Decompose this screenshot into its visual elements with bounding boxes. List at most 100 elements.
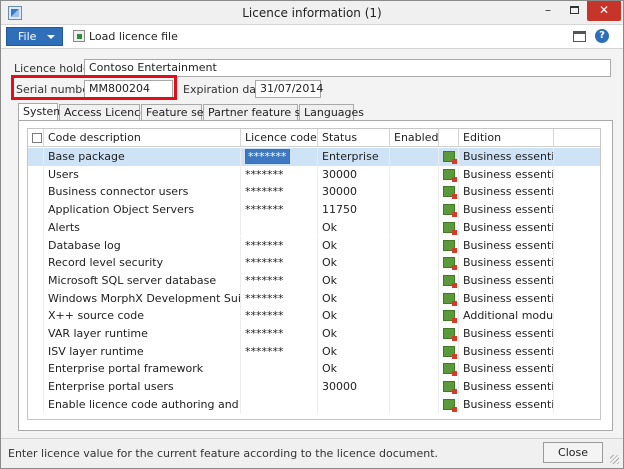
edit-licence-icon[interactable] bbox=[443, 151, 457, 164]
edit-licence-icon[interactable] bbox=[443, 274, 457, 288]
row-marker-cell[interactable] bbox=[28, 236, 44, 255]
licence-code-cell[interactable]: ******* bbox=[241, 342, 318, 361]
row-marker-cell[interactable] bbox=[28, 360, 44, 379]
minimize-button[interactable]: – bbox=[535, 1, 561, 21]
column-edition[interactable]: Edition bbox=[459, 129, 554, 147]
tab-access-licences[interactable]: Access Licences bbox=[59, 104, 153, 121]
code-description-cell[interactable]: Windows MorphX Development Suite bbox=[44, 289, 241, 308]
edit-licence-icon[interactable] bbox=[443, 168, 457, 182]
licence-code-cell[interactable]: ******* bbox=[241, 271, 318, 290]
status-cell[interactable]: Ok bbox=[318, 342, 390, 361]
column-licence-code[interactable]: Licence code bbox=[241, 129, 318, 147]
licence-code-value[interactable]: ******* bbox=[245, 327, 284, 340]
code-description-cell[interactable]: Enterprise portal framework bbox=[44, 360, 241, 379]
edit-licence-icon[interactable] bbox=[443, 186, 457, 200]
status-cell[interactable]: Ok bbox=[318, 289, 390, 308]
status-cell[interactable]: 30000 bbox=[318, 183, 390, 202]
licence-code-value[interactable]: ******* bbox=[245, 149, 290, 164]
status-cell[interactable]: Enterprise bbox=[318, 148, 390, 166]
status-cell[interactable]: 30000 bbox=[318, 165, 390, 184]
table-row[interactable]: Microsoft SQL server database ******* Ok Bu… bbox=[28, 271, 600, 290]
edition-cell[interactable]: Business essential bbox=[459, 254, 554, 272]
help-icon[interactable]: ? bbox=[595, 29, 609, 43]
tab-feature-sets[interactable]: Feature sets bbox=[141, 104, 214, 121]
load-licence-file-button[interactable]: Load licence file bbox=[73, 29, 178, 45]
licence-code-cell[interactable] bbox=[241, 378, 318, 396]
row-marker-cell[interactable] bbox=[28, 289, 44, 308]
tab-partner-feature-sets[interactable]: Partner feature sets bbox=[203, 104, 317, 121]
table-row[interactable]: VAR layer runtime ******* Ok Business essen… bbox=[28, 325, 600, 343]
row-marker-cell[interactable] bbox=[28, 148, 44, 166]
table-row[interactable]: Enterprise portal users 30000 Business ess… bbox=[28, 378, 600, 396]
edition-cell[interactable]: Additional modules bbox=[459, 307, 554, 325]
edit-licence-icon[interactable] bbox=[443, 221, 457, 235]
code-description-cell[interactable]: Enterprise portal users bbox=[44, 378, 241, 396]
licence-code-value[interactable]: ******* bbox=[245, 274, 284, 287]
licence-code-value[interactable]: ******* bbox=[245, 309, 284, 322]
column-status[interactable]: Status bbox=[318, 129, 390, 147]
edition-cell[interactable]: Business essential bbox=[459, 395, 554, 414]
row-marker-cell[interactable] bbox=[28, 165, 44, 184]
table-row[interactable]: Alerts Ok Business essential bbox=[28, 218, 600, 237]
column-enabled[interactable]: Enabled bbox=[390, 129, 439, 147]
row-marker-cell[interactable] bbox=[28, 271, 44, 290]
edit-licence-icon[interactable] bbox=[443, 292, 457, 306]
status-cell[interactable]: Ok bbox=[318, 254, 390, 272]
code-description-cell[interactable]: Users bbox=[44, 165, 241, 184]
layout-icon[interactable] bbox=[573, 31, 586, 42]
code-description-cell[interactable]: Record level security bbox=[44, 254, 241, 272]
licence-code-value[interactable]: ******* bbox=[245, 203, 284, 216]
licence-code-cell[interactable] bbox=[241, 360, 318, 379]
licence-code-value[interactable]: ******* bbox=[245, 345, 284, 358]
code-description-cell[interactable]: Microsoft SQL server database bbox=[44, 271, 241, 290]
status-cell[interactable]: Ok bbox=[318, 271, 390, 290]
edit-licence-icon[interactable] bbox=[443, 381, 457, 395]
edition-cell[interactable]: Business essential bbox=[459, 289, 554, 308]
table-row[interactable]: Business connector users ******* 30000 Busi… bbox=[28, 183, 600, 202]
licence-code-value[interactable]: ******* bbox=[245, 239, 284, 252]
status-cell[interactable]: Ok bbox=[318, 307, 390, 325]
edit-licence-icon[interactable] bbox=[443, 363, 457, 377]
expiration-date-field[interactable]: 31/07/2014 bbox=[255, 80, 323, 98]
status-cell[interactable]: 30000 bbox=[318, 378, 390, 396]
table-row[interactable]: Enterprise portal framework Ok Business es… bbox=[28, 360, 600, 379]
licence-code-cell[interactable]: ******* bbox=[241, 254, 318, 272]
licence-code-cell[interactable] bbox=[241, 395, 318, 414]
licence-code-value[interactable]: ******* bbox=[245, 185, 284, 198]
edit-licence-icon[interactable] bbox=[443, 398, 457, 412]
status-cell[interactable]: Ok bbox=[318, 325, 390, 343]
licence-code-value[interactable]: ******* bbox=[245, 256, 284, 269]
row-marker-cell[interactable] bbox=[28, 183, 44, 202]
table-row[interactable]: Application Object Servers ******* 11750 Bu… bbox=[28, 201, 600, 219]
edit-licence-icon[interactable] bbox=[443, 345, 457, 359]
edit-licence-icon[interactable] bbox=[443, 257, 457, 271]
edition-cell[interactable]: Business essential bbox=[459, 183, 554, 202]
edition-cell[interactable]: Business essential bbox=[459, 148, 554, 166]
status-cell[interactable]: Ok bbox=[318, 236, 390, 255]
row-marker-cell[interactable] bbox=[28, 325, 44, 343]
table-row[interactable]: Record level security ******* Ok Business e… bbox=[28, 254, 600, 272]
row-marker-cell[interactable] bbox=[28, 342, 44, 361]
table-row[interactable]: Enable licence code authoring and editin… bbox=[28, 395, 600, 414]
edition-cell[interactable]: Business essential bbox=[459, 236, 554, 255]
edition-cell[interactable]: Business essential bbox=[459, 378, 554, 396]
row-marker-cell[interactable] bbox=[28, 218, 44, 237]
table-row[interactable]: ISV layer runtime ******* Ok Business essen… bbox=[28, 342, 600, 361]
code-description-cell[interactable]: Base package bbox=[44, 148, 241, 166]
file-menu-button[interactable]: File bbox=[6, 27, 63, 46]
code-description-cell[interactable]: Database log bbox=[44, 236, 241, 255]
edit-licence-icon[interactable] bbox=[443, 328, 457, 341]
table-row[interactable]: X++ source code ******* Ok Additional modul… bbox=[28, 307, 600, 325]
licence-code-cell[interactable]: ******* bbox=[241, 165, 318, 184]
licence-code-value[interactable]: ******* bbox=[245, 292, 284, 305]
edit-licence-icon[interactable] bbox=[443, 239, 457, 253]
licence-code-cell[interactable]: ******* bbox=[241, 325, 318, 343]
edit-licence-icon[interactable] bbox=[443, 310, 457, 324]
row-marker-cell[interactable] bbox=[28, 395, 44, 414]
licence-code-cell[interactable]: ******* bbox=[241, 307, 318, 325]
close-window-button[interactable]: ✕ bbox=[587, 1, 621, 21]
code-description-cell[interactable]: Enable licence code authoring and editin… bbox=[44, 395, 241, 414]
table-row[interactable]: Users ******* 30000 Business essential bbox=[28, 165, 600, 184]
maximize-button[interactable] bbox=[561, 1, 587, 21]
column-code-description[interactable]: Code description bbox=[44, 129, 241, 147]
